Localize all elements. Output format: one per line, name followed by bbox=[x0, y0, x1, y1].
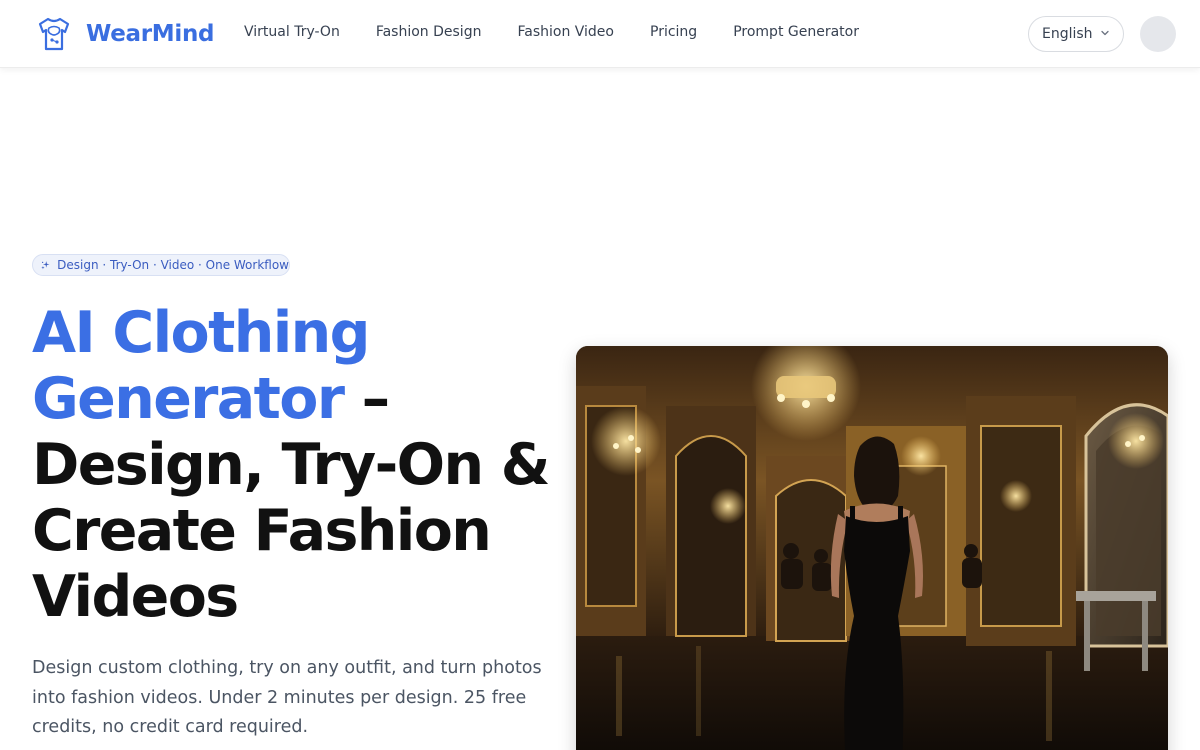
brand-logo[interactable]: WearMind bbox=[34, 16, 215, 52]
nav-prompt-generator[interactable]: Prompt Generator bbox=[733, 24, 859, 40]
chevron-down-icon bbox=[1101, 30, 1109, 36]
feature-badge-text: Design · Try-On · Video · One Workflow bbox=[57, 258, 289, 272]
nav-pricing[interactable]: Pricing bbox=[650, 24, 697, 40]
language-select-value: English bbox=[1042, 26, 1093, 42]
page-title: AI Clothing Generator – Design, Try-On &… bbox=[32, 300, 552, 630]
language-select[interactable]: English bbox=[1028, 16, 1124, 52]
main-nav: Virtual Try-On Fashion Design Fashion Vi… bbox=[244, 24, 895, 40]
sparkle-icon bbox=[41, 261, 50, 270]
hero-illustration bbox=[576, 346, 1168, 750]
feature-badge: Design · Try-On · Video · One Workflow bbox=[32, 254, 290, 276]
top-navbar: WearMind Virtual Try-On Fashion Design F… bbox=[0, 0, 1200, 68]
nav-fashion-video[interactable]: Fashion Video bbox=[517, 24, 614, 40]
page-title-accent: AI Clothing Generator bbox=[32, 300, 370, 432]
hero-description: Design custom clothing, try on any outfi… bbox=[32, 658, 542, 737]
nav-fashion-design[interactable]: Fashion Design bbox=[376, 24, 482, 40]
hero-image bbox=[576, 346, 1168, 750]
shirt-brain-logo-icon bbox=[38, 17, 70, 51]
user-avatar[interactable] bbox=[1140, 16, 1176, 52]
nav-virtual-try-on[interactable]: Virtual Try-On bbox=[244, 24, 340, 40]
brand-name: WearMind bbox=[86, 21, 215, 47]
